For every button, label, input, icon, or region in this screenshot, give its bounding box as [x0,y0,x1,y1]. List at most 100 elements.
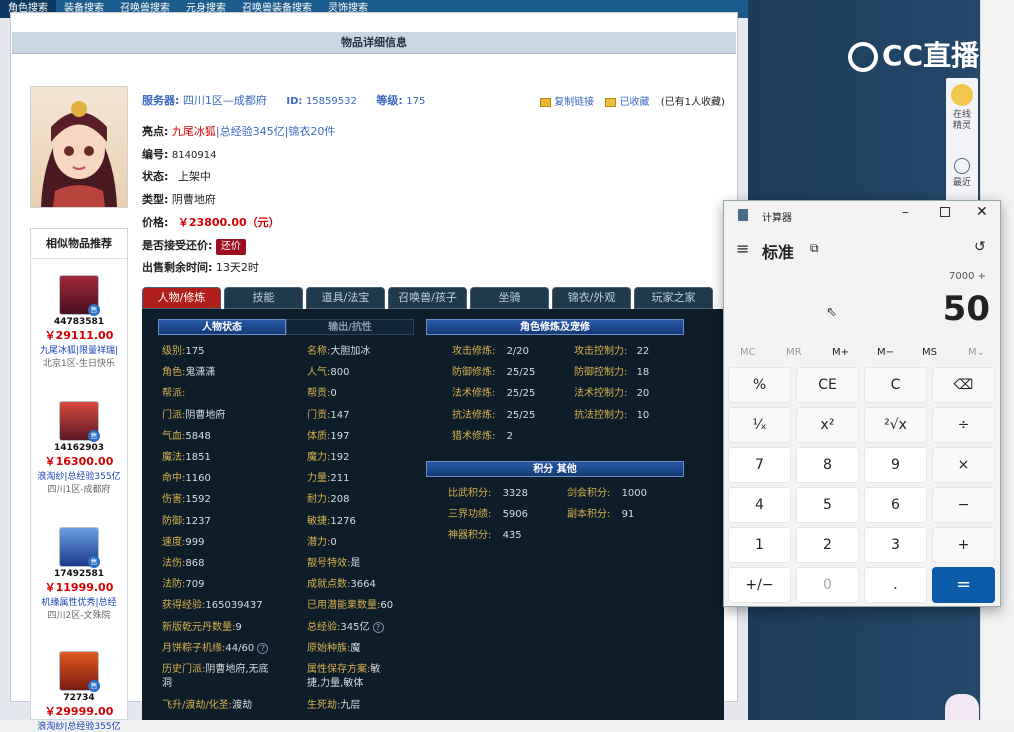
sprite-icon[interactable] [951,84,973,106]
percent-button[interactable]: % [728,367,791,403]
close-button[interactable]: ✕ [976,204,988,220]
tab-character-cultivation[interactable]: 人物/修炼 [142,287,221,309]
status-row: 帮派: [162,388,186,400]
divide-button[interactable]: ÷ [932,407,995,443]
sell-badge: 售 [88,304,100,316]
clear-button[interactable]: C [864,367,927,403]
sprite-label: 精灵 [952,121,971,131]
status-row: 级别:175 [162,346,205,357]
level-value: 175 [406,96,426,107]
status-row: 人气:800 [307,367,350,379]
similar-item-thumbnail[interactable]: 售 [59,275,100,316]
multiply-button[interactable]: × [932,447,995,483]
control-row: 法术控制力: 20 [574,388,650,400]
ce-button[interactable]: CE [796,367,859,403]
sell-badge: 售 [88,556,100,568]
similar-item-thumbnail[interactable]: 售 [59,527,100,568]
three-button[interactable]: 3 [864,527,927,563]
similar-item-server: 四川2区-文殊院 [47,611,111,621]
favorited-button[interactable]: 已收藏 [620,97,650,108]
maximize-button[interactable] [940,207,950,217]
cultivation-row: 猎术修炼: 2 [452,430,513,442]
one-button[interactable]: 1 [728,527,791,563]
status-row: 命中:1160 [162,473,211,485]
six-button[interactable]: 6 [864,487,927,523]
minus-button[interactable]: − [932,487,995,523]
menu-icon[interactable]: ≡ [736,239,749,258]
keep-on-top-icon[interactable]: ⧉ [810,241,819,256]
seven-button[interactable]: 7 [728,447,791,483]
eight-button[interactable]: 8 [796,447,859,483]
ms-button[interactable]: MS [922,347,937,358]
status-row: 魔力:192 [307,452,350,463]
similar-item-desc[interactable]: 九尾冰狐|限量祥瑞| [31,343,127,356]
score-row: 剑会积分: 1000 [567,488,648,499]
four-button[interactable]: 4 [728,487,791,523]
cultivation-row: 攻击修炼: 2/20 [452,346,530,357]
similar-item[interactable]: 售 14162903 ￥16300.00 浪淘纱|总经验355亿 四川1区-成都… [31,401,127,495]
reciprocal-button[interactable]: ¹⁄ₓ [728,407,791,443]
similar-item-thumbnail[interactable]: 售 [59,401,100,442]
favorite-count: (已有1人收藏) [660,97,725,108]
similar-item-price: ￥16300.00 [44,455,114,468]
tab-output-resist[interactable]: 输出/抗性 [286,319,414,335]
similar-item-server: 四川1区-成都府 [47,485,111,495]
nine-button[interactable]: 9 [864,447,927,483]
sell-badge: 售 [88,680,100,692]
square-button[interactable]: x² [796,407,859,443]
similar-item[interactable]: 售 44783581 ￥29111.00 九尾冰狐|限量祥瑞| 北京1区-生日快… [31,275,127,369]
help-icon[interactable]: ? [257,642,269,654]
m-plus-button[interactable]: M+ [832,347,849,358]
type-row: 类型: 阴曹地府 [142,192,216,208]
status-row: 防御:1237 [162,515,211,527]
help-icon[interactable]: ? [372,621,384,633]
code-label: 编号: [142,148,169,161]
backspace-button[interactable]: ⌫ [932,367,995,403]
tab-player-home[interactable]: 玩家之家 [634,287,713,309]
mc-button[interactable]: MC [740,347,756,358]
zero-button[interactable]: 0 [796,567,859,603]
sqrt-button[interactable]: ²√x [864,407,927,443]
five-button[interactable]: 5 [796,487,859,523]
clock-icon[interactable] [954,158,970,174]
status-row: 魔法:1851 [162,452,211,463]
time-label: 出售剩余时间: [142,261,213,274]
two-button[interactable]: 2 [796,527,859,563]
status-row: 气血:5848 [162,430,211,442]
status-row: 获得经验:165039437 [162,600,263,612]
decimal-button[interactable]: . [864,567,927,603]
bargain-button[interactable]: 还价 [215,239,246,255]
m-minus-button[interactable]: M− [877,347,894,358]
memory-list-button[interactable]: M⌄ [968,347,985,358]
copy-link-button[interactable]: 复制链接 [554,97,594,108]
character-avatar [30,86,128,208]
tab-outfits[interactable]: 锦衣/外观 [552,287,631,309]
similar-items-panel: 相似物品推荐 售 44783581 ￥29111.00 九尾冰狐|限量祥瑞| 北… [30,228,128,732]
equals-button[interactable]: = [932,567,995,603]
similar-item-thumbnail[interactable]: 售 [59,651,100,692]
plus-button[interactable]: + [932,527,995,563]
assistant-icon[interactable] [945,694,979,720]
similar-item-desc[interactable]: 浪淘纱|总经验355亿 [31,469,127,482]
tab-mounts[interactable]: 坐骑 [470,287,549,309]
tab-character-status[interactable]: 人物状态 [158,319,286,335]
tab-pets-children[interactable]: 召唤兽/孩子 [388,287,467,309]
ascension-status: 飞升/渡劫/化圣:渡劫 [162,700,253,711]
status-row: 敏捷:1276 [307,515,356,527]
score-row: 副本积分: 91 [567,509,635,521]
similar-item-desc[interactable]: 机缘属性优秀|总经 [31,595,127,608]
tab-items-treasure[interactable]: 道具/法宝 [306,287,385,309]
result-display: 50 [942,289,990,329]
tab-skills[interactable]: 技能 [224,287,303,309]
mr-button[interactable]: MR [786,347,802,358]
status-row: 伤害:1592 [162,494,211,506]
negate-button[interactable]: +/− [728,567,791,603]
highlight-2: 总经验345亿 [219,125,285,138]
similar-item[interactable]: 售 17492581 ￥11999.00 机缘属性优秀|总经 四川2区-文殊院 [31,527,127,621]
minimize-button[interactable]: – [902,205,909,220]
history-icon[interactable]: ↺ [974,239,986,255]
history-sect: 历史门派:阴曹地府,无底洞 [162,664,269,689]
status-row: 状态: 上架中 [142,169,211,185]
code-value: 8140914 [171,150,217,161]
similar-item-desc[interactable]: 浪淘纱|总经验355亿 [31,719,127,732]
